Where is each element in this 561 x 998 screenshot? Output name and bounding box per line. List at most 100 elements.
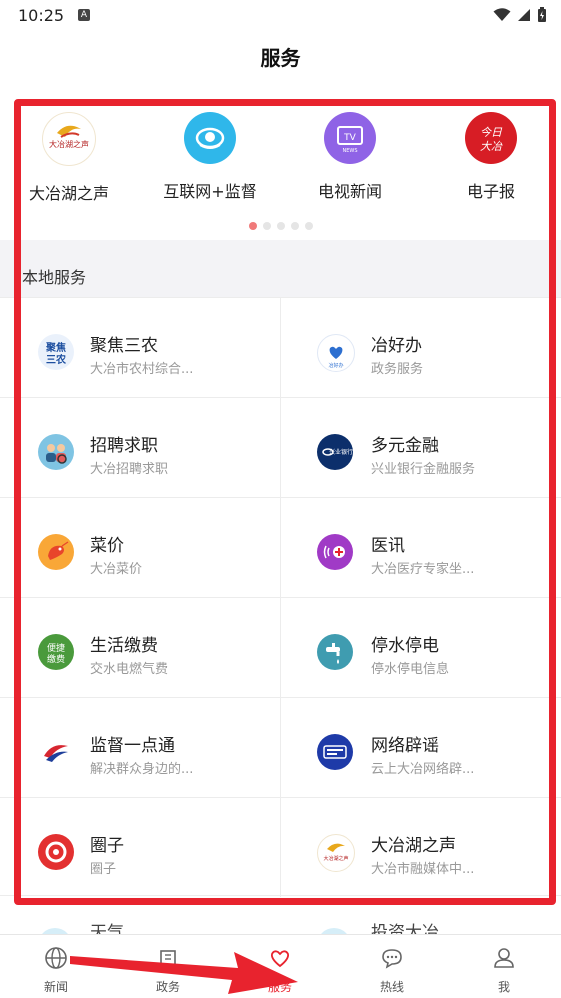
status-bar: 10:25 A [0, 0, 561, 32]
tv-news-icon: TV NEWS [324, 112, 376, 164]
tab-label: 热线 [379, 980, 404, 994]
service-row: 聚焦 三农 聚焦三农 大冶市农村综合... 冶好办 冶好办 政务服务 [0, 297, 561, 397]
pager-dot [248, 222, 257, 230]
tv-news-text: NEWS [342, 148, 357, 154]
service-grid: 聚焦 三农 聚焦三农 大冶市农村综合... 冶好办 冶好办 政务服务 招聘求职 大… [0, 297, 561, 897]
service-supervision[interactable]: 监督一点通 解决群众身边的... [0, 698, 281, 797]
tab-hotline[interactable]: 热线 [336, 935, 448, 998]
tab-government[interactable]: 政务 [112, 935, 224, 998]
tab-news[interactable]: 新闻 [0, 935, 112, 998]
building-icon [160, 950, 176, 968]
top-item-label: 互联网+监督 [163, 182, 257, 201]
chat-icon [382, 949, 402, 969]
tv-text: TV [343, 133, 356, 143]
top-item-epaper[interactable]: 今日 大冶 电子报 [426, 105, 556, 202]
signal-icon [518, 9, 530, 21]
service-title: 停水停电 [371, 636, 439, 656]
service-sannong[interactable]: 聚焦 三农 聚焦三农 大冶市农村综合... [0, 298, 281, 397]
svg-text:聚焦: 聚焦 [45, 341, 66, 354]
notification-badge: A [78, 9, 90, 21]
tab-label: 政务 [155, 980, 180, 994]
service-title: 冶好办 [371, 336, 422, 356]
service-subtitle: 停水停电信息 [371, 662, 450, 677]
battery-icon [538, 7, 546, 22]
bank-icon: 兴业银行 [317, 434, 353, 470]
tab-me[interactable]: 我 [448, 935, 560, 998]
pager-dot [262, 222, 271, 230]
service-title: 菜价 [90, 536, 124, 556]
service-title: 监督一点通 [90, 736, 175, 756]
tab-label: 服务 [267, 980, 292, 994]
pager-dot [304, 222, 313, 230]
service-title: 生活缴费 [90, 636, 158, 656]
wifi-icon [493, 8, 511, 21]
service-row: 圈子 圈子 大冶湖之声 大冶湖之声 大冶市融媒体中... [0, 797, 561, 897]
service-row: 招聘求职 大冶招聘求职 兴业银行 多元金融 兴业银行金融服务 [0, 397, 561, 497]
pager-dot [290, 222, 299, 230]
service-title: 医讯 [371, 536, 405, 556]
service-yehaoban[interactable]: 冶好办 冶好办 政务服务 [281, 298, 561, 397]
supervision-icon [38, 734, 74, 770]
sannong-icon: 聚焦 三农 [38, 334, 74, 370]
top-carousel[interactable]: 大冶湖之声 大冶湖之声 互联网+监督 TV NEWS 电视新闻 今日 大冶 电子报 [0, 105, 561, 235]
service-title: 圈子 [90, 836, 124, 856]
epaper-icon: 今日 大冶 [465, 112, 517, 164]
pager-dot [276, 222, 285, 230]
faucet-icon [317, 634, 353, 670]
shrimp-icon [38, 534, 74, 570]
payment-icon: 便捷 缴费 [38, 634, 74, 670]
service-job[interactable]: 招聘求职 大冶招聘求职 [0, 398, 281, 497]
heart-icon [271, 950, 289, 968]
service-dayehu[interactable]: 大冶湖之声 大冶湖之声 大冶市融媒体中... [281, 798, 561, 897]
svg-text:缴费: 缴费 [47, 653, 65, 665]
top-item-supervision[interactable]: 互联网+监督 [145, 105, 275, 202]
service-subtitle: 云上大冶网络辟... [371, 762, 475, 777]
globe-icon [45, 947, 67, 969]
service-subtitle: 大冶招聘求职 [90, 462, 169, 477]
status-time: 10:25 [18, 6, 65, 25]
rumor-icon [317, 734, 353, 770]
service-subtitle: 大冶市农村综合... [90, 362, 194, 377]
status-icons [493, 7, 547, 23]
eye-icon [184, 112, 236, 164]
service-finance[interactable]: 兴业银行 多元金融 兴业银行金融服务 [281, 398, 561, 497]
dayehu-voice-logo-icon: 大冶湖之声 [42, 112, 96, 166]
service-payment[interactable]: 便捷 缴费 生活缴费 交水电燃气费 [0, 598, 281, 697]
service-medical[interactable]: 医讯 大冶医疗专家坐... [281, 498, 561, 597]
svg-text:大冶湖之声: 大冶湖之声 [49, 139, 89, 149]
service-subtitle: 大冶市融媒体中... [371, 862, 475, 877]
service-subtitle: 交水电燃气费 [90, 662, 169, 677]
service-title: 聚焦三农 [90, 336, 158, 356]
service-rumor[interactable]: 网络辟谣 云上大冶网络辟... [281, 698, 561, 797]
top-item-label: 电视新闻 [317, 182, 382, 201]
service-row: 监督一点通 解决群众身边的... 网络辟谣 云上大冶网络辟... [0, 697, 561, 797]
top-item-dayehu[interactable]: 大冶湖之声 大冶湖之声 [4, 105, 134, 204]
medical-icon [317, 534, 353, 570]
circle-icon [38, 834, 74, 870]
yehaoban-icon: 冶好办 [317, 334, 355, 372]
svg-text:兴业银行: 兴业银行 [329, 448, 353, 456]
service-circle[interactable]: 圈子 圈子 [0, 798, 281, 897]
service-vegetable-price[interactable]: 菜价 大冶菜价 [0, 498, 281, 597]
service-subtitle: 大冶医疗专家坐... [371, 562, 475, 577]
page-title: 服务 [260, 46, 301, 70]
svg-text:三农: 三农 [46, 353, 66, 366]
service-subtitle: 解决群众身边的... [90, 762, 194, 777]
service-row-partial: 天气 投资大冶 [0, 895, 561, 936]
service-subtitle: 政务服务 [371, 362, 424, 377]
service-water-power[interactable]: 停水停电 停水停电信息 [281, 598, 561, 697]
service-title: 网络辟谣 [371, 736, 439, 756]
svg-text:今日: 今日 [480, 126, 503, 139]
service-subtitle: 兴业银行金融服务 [371, 462, 476, 477]
svg-text:便捷: 便捷 [47, 642, 65, 654]
bottom-tab-bar: 新闻 政务 服务 热线 我 [0, 934, 561, 998]
service-title: 多元金融 [371, 436, 439, 456]
top-item-tv-news[interactable]: TV NEWS 电视新闻 [285, 105, 415, 202]
top-item-label: 大冶湖之声 [28, 184, 109, 203]
carousel-pager [0, 222, 561, 230]
service-row: 菜价 大冶菜价 医讯 大冶医疗专家坐... [0, 497, 561, 597]
svg-text:冶好办: 冶好办 [328, 362, 343, 369]
tab-service[interactable]: 服务 [224, 935, 336, 998]
service-title: 大冶湖之声 [371, 836, 456, 856]
service-subtitle: 大冶菜价 [90, 562, 143, 577]
